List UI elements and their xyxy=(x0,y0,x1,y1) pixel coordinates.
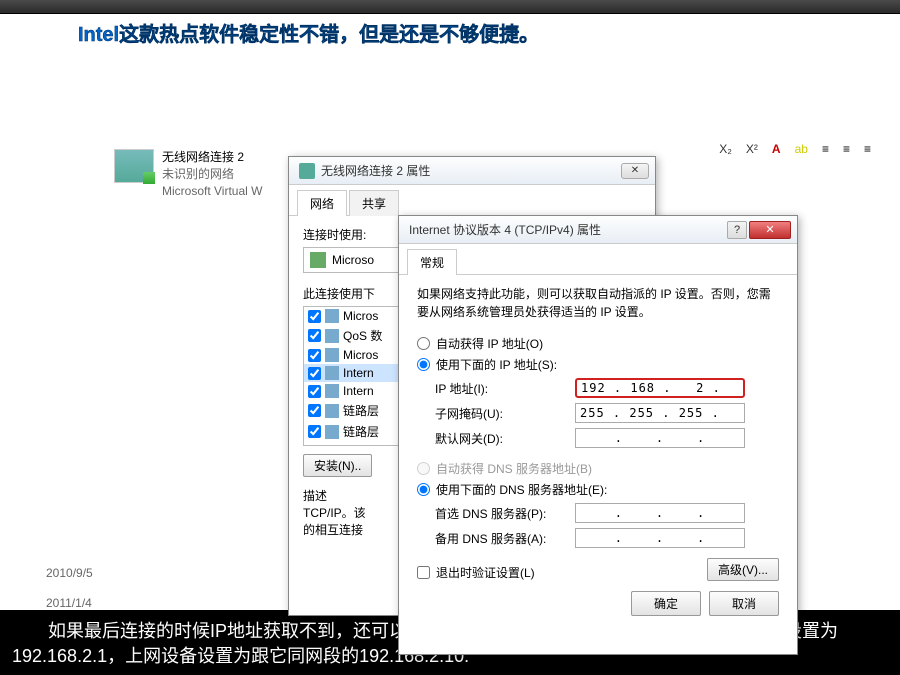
network-adapter-icon xyxy=(114,149,154,183)
date-item: 2010/9/5 xyxy=(32,558,152,588)
manual-dns-label: 使用下面的 DNS 服务器地址(E): xyxy=(436,481,607,498)
dlg1-titlebar: 无线网络连接 2 属性 ✕ xyxy=(289,157,655,185)
manual-ip-label: 使用下面的 IP 地址(S): xyxy=(436,356,557,373)
validate-checkbox[interactable] xyxy=(417,566,430,579)
ok-button[interactable]: 确定 xyxy=(631,591,701,616)
adapter-icon xyxy=(310,252,326,268)
tab-general[interactable]: 常规 xyxy=(407,249,457,275)
auto-dns-radio xyxy=(417,462,430,475)
screenshot-area: X₂ X² A ab ≡ ≡ ≡ 无线网络连接 2 未识别的网络 Microso… xyxy=(0,50,900,610)
gateway-label: 默认网关(D): xyxy=(435,430,575,447)
connection-name: 无线网络连接 2 xyxy=(162,149,262,166)
format-toolbar: X₂ X² A ab ≡ ≡ ≡ xyxy=(716,142,874,156)
tab-sharing[interactable]: 共享 xyxy=(349,190,399,216)
subnet-mask-label: 子网掩码(U): xyxy=(435,405,575,422)
close-button[interactable]: ✕ xyxy=(621,163,649,179)
gateway-input[interactable] xyxy=(575,428,745,448)
alternate-dns-label: 备用 DNS 服务器(A): xyxy=(435,530,575,547)
preferred-dns-label: 首选 DNS 服务器(P): xyxy=(435,505,575,522)
validate-label: 退出时验证设置(L) xyxy=(436,564,535,581)
close-button[interactable]: ✕ xyxy=(749,221,791,239)
auto-dns-label: 自动获得 DNS 服务器地址(B) xyxy=(436,460,592,477)
network-icon xyxy=(299,163,315,179)
install-button[interactable]: 安装(N).. xyxy=(303,454,372,477)
cancel-button[interactable]: 取消 xyxy=(709,591,779,616)
ipv4-properties-dialog: Internet 协议版本 4 (TCP/IPv4) 属性 ? ✕ 常规 如果网… xyxy=(398,215,798,655)
font-color-icon[interactable]: A xyxy=(772,142,781,156)
help-button[interactable]: ? xyxy=(727,221,747,239)
align-icon-2[interactable]: ≡ xyxy=(843,142,850,156)
highlight-icon[interactable]: ab xyxy=(795,142,808,156)
tab-network[interactable]: 网络 xyxy=(297,190,347,216)
auto-ip-radio[interactable] xyxy=(417,337,430,350)
auto-ip-label: 自动获得 IP 地址(O) xyxy=(436,335,543,352)
article-headline: Intel这款热点软件稳定性不错，但是还是不够便捷。 xyxy=(0,14,900,50)
dlg2-titlebar: Internet 协议版本 4 (TCP/IPv4) 属性 ? ✕ xyxy=(399,216,797,244)
frame-top-bar xyxy=(0,0,900,14)
subscript-icon[interactable]: X₂ xyxy=(719,142,732,156)
help-text: 如果网络支持此功能，则可以获取自动指派的 IP 设置。否则，您需要从网络系统管理… xyxy=(417,285,779,321)
connection-adapter: Microsoft Virtual W xyxy=(162,183,262,200)
dlg2-title: Internet 协议版本 4 (TCP/IPv4) 属性 xyxy=(409,221,601,238)
network-connection-item[interactable]: 无线网络连接 2 未识别的网络 Microsoft Virtual W xyxy=(110,145,266,203)
alternate-dns-input[interactable] xyxy=(575,528,745,548)
ip-address-label: IP 地址(I): xyxy=(435,380,575,397)
superscript-icon[interactable]: X² xyxy=(746,142,758,156)
dlg1-title: 无线网络连接 2 属性 xyxy=(321,162,430,179)
subnet-mask-input[interactable] xyxy=(575,403,745,423)
adapter-name: Microso xyxy=(332,253,374,267)
manual-dns-radio[interactable] xyxy=(417,483,430,496)
manual-ip-radio[interactable] xyxy=(417,358,430,371)
preferred-dns-input[interactable] xyxy=(575,503,745,523)
date-item: 2011/1/4 xyxy=(32,588,152,618)
connection-status: 未识别的网络 xyxy=(162,166,262,183)
align-icon-3[interactable]: ≡ xyxy=(864,142,871,156)
align-icon-1[interactable]: ≡ xyxy=(822,142,829,156)
advanced-button[interactable]: 高级(V)... xyxy=(707,558,779,581)
ip-address-input[interactable] xyxy=(575,378,745,398)
